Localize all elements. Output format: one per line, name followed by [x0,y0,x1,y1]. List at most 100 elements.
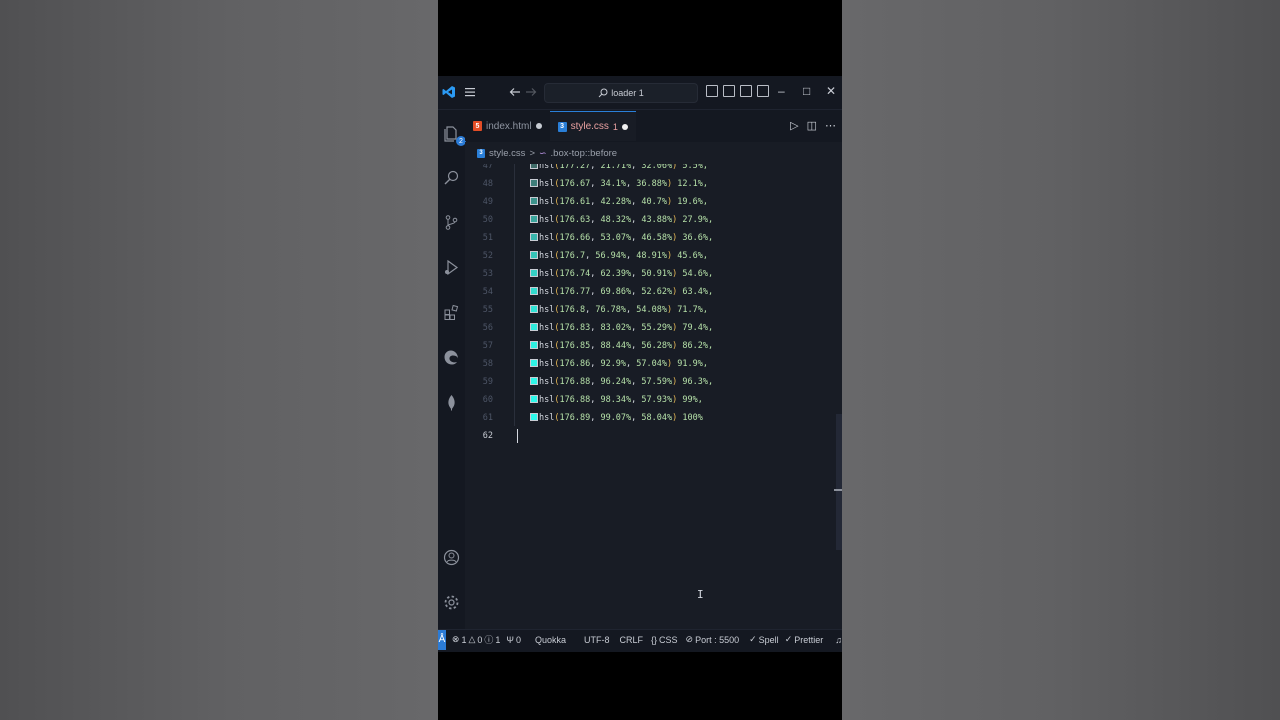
gear-icon[interactable] [443,594,460,611]
customize-layout-icon[interactable] [757,85,769,97]
remote-indicator-icon[interactable]: Å [438,629,446,650]
unsaved-dot-icon[interactable] [621,123,628,130]
hsl-value-s: 21.71% [600,164,632,171]
code-line[interactable]: 54 hsl(176.77, 69.86%, 52.62%) 63.4%, [465,283,842,301]
status-bar: Å ⊗ 1 △ 0 ⓘ 1 Ψ 0 Quokka UTF-8 CRLF {} C… [438,629,842,650]
code-line[interactable]: 52 hsl(176.7, 56.94%, 48.91%) 45.6%, [465,247,842,265]
hsl-value-s: 99.07% [600,413,632,423]
color-swatch-icon[interactable] [530,197,538,205]
color-swatch-icon[interactable] [530,233,538,241]
code-token: , [631,413,642,423]
code-line[interactable]: 53 hsl(176.74, 62.39%, 50.91%) 54.6%, [465,265,842,283]
line-number: 47 [482,164,493,171]
run-debug-icon[interactable] [443,259,460,276]
hsl-value-s: 92.9% [600,359,627,369]
code-line-current[interactable]: 62 [465,427,842,445]
prettier-button[interactable]: ✓ Prettier [785,634,824,645]
minimize-icon[interactable]: – [778,84,785,98]
code-line[interactable]: 56 hsl(176.83, 83.02%, 55.29%) 79.4%, [465,319,842,337]
color-swatch-icon[interactable] [530,359,538,367]
language-mode-button[interactable]: {} CSS [651,635,678,645]
account-icon[interactable] [443,549,460,566]
color-swatch-icon[interactable] [530,305,538,313]
hsl-value-l: 36.88% [636,179,668,189]
command-center-search[interactable]: loader 1 [544,83,698,103]
code-line[interactable]: 48 hsl(176.67, 34.1%, 36.88%) 12.1%, [465,175,842,193]
color-swatch-icon[interactable] [530,287,538,295]
search-sidebar-icon[interactable] [443,169,460,186]
split-editor-icon[interactable]: ◫ [807,119,817,132]
color-swatch-icon[interactable] [530,215,538,223]
maximize-icon[interactable]: □ [803,84,810,98]
spell-button[interactable]: ✓ Spell [749,634,779,645]
toggle-secondary-sidebar-icon[interactable] [740,85,752,97]
ports-indicator[interactable]: Ψ 0 [506,635,521,645]
code-token: hsl [539,341,555,351]
hsl-value-s: 42.28% [600,197,632,207]
back-arrow-icon[interactable] [508,85,522,99]
color-swatch-icon[interactable] [530,341,538,349]
no-entry-icon: ⊘ [685,634,694,644]
code-line[interactable]: 51 hsl(176.66, 53.07%, 46.58%) 36.6%, [465,229,842,247]
selector-symbol-icon: ∽ [539,147,547,158]
edge-devtools-icon[interactable] [443,349,460,366]
forward-arrow-icon[interactable] [524,85,538,99]
code-line[interactable]: 47 hsl(177.27, 21.71%, 32.06%) 5.5%, [465,164,842,175]
code-line[interactable]: 61 hsl(176.89, 99.07%, 58.04%) 100% [465,409,842,427]
css3-icon: 3 [477,148,485,158]
problems-indicator[interactable]: ⊗ 1 △ 0 ⓘ 1 [452,633,501,646]
code-line[interactable]: 50 hsl(176.63, 48.32%, 43.88%) 27.9%, [465,211,842,229]
color-swatch-icon[interactable] [530,377,538,385]
color-swatch-icon[interactable] [530,251,538,259]
close-icon[interactable]: ✕ [826,84,836,98]
hsl-value-stop: 19.6%, [677,197,708,207]
hsl-value-stop: 27.9%, [682,215,714,225]
explorer-icon[interactable]: 2 [443,125,466,146]
code-token: , [626,359,637,369]
unsaved-dot-icon[interactable] [535,123,542,129]
breadcrumb-symbol[interactable]: .box-top::before [551,148,618,159]
run-icon[interactable]: ▷ [790,119,798,132]
live-server-button[interactable]: ⊘ Port : 5500 [686,634,740,645]
hsl-value-stop: 36.6%, [682,233,714,243]
quokka-button[interactable]: Quokka [535,635,566,645]
color-swatch-icon[interactable] [530,269,538,277]
code-line[interactable]: 59 hsl(176.88, 96.24%, 57.59%) 96.3%, [465,373,842,391]
color-swatch-icon[interactable] [530,395,538,403]
code-line[interactable]: 49 hsl(176.61, 42.28%, 40.7%) 19.6%, [465,193,842,211]
eol-button[interactable]: CRLF [620,635,644,645]
toggle-panel-icon[interactable] [723,85,735,97]
extensions-icon[interactable] [443,304,460,321]
toggle-primary-sidebar-icon[interactable] [706,85,718,97]
code-line[interactable]: 57 hsl(176.85, 88.44%, 56.28%) 86.2%, [465,337,842,355]
hsl-value-l: 32.06% [641,164,673,171]
code-text: hsl(176.77, 69.86%, 52.62%) 63.4%, [530,283,713,301]
code-text: hsl(176.74, 62.39%, 50.91%) 54.6%, [530,265,713,283]
hsl-value-s: 69.86% [600,287,632,297]
code-token: , [590,179,601,189]
tab-style-css[interactable]: 3 style.css 1 [549,111,636,141]
code-text: hsl(176.67, 34.1%, 36.88%) 12.1%, [530,175,708,193]
line-number: 54 [482,287,493,297]
encoding-button[interactable]: UTF-8 [584,635,610,645]
hsl-value-h: 176.86 [559,359,591,369]
source-control-icon[interactable] [443,214,460,231]
color-swatch-icon[interactable] [530,323,538,331]
color-swatch-icon[interactable] [530,179,538,187]
tab-index-html[interactable]: 5 index.html [465,111,550,141]
error-count: 1 [461,634,467,645]
video-frame: loader 1 – □ ✕ 2 5 index.html 3 style.cs… [438,0,842,720]
color-swatch-icon[interactable] [530,413,538,421]
vertical-scrollbar[interactable] [836,414,842,550]
code-line[interactable]: 55 hsl(176.8, 76.78%, 54.08%) 71.7%, [465,301,842,319]
code-token: , [590,215,601,225]
mongodb-icon[interactable] [443,394,460,411]
bell-icon[interactable]: ♫ [835,635,842,645]
color-swatch-icon[interactable] [530,164,538,169]
breadcrumb-file[interactable]: style.css [489,148,525,159]
more-actions-icon[interactable]: ⋯ [825,119,836,132]
code-editor[interactable]: 47 hsl(177.27, 21.71%, 32.06%) 5.5%, 48 hsl… [465,164,842,629]
code-line[interactable]: 58 hsl(176.86, 92.9%, 57.04%) 91.9%, [465,355,842,373]
hamburger-menu-icon[interactable] [464,86,476,98]
code-line[interactable]: 60 hsl(176.88, 98.34%, 57.93%) 99%, [465,391,842,409]
